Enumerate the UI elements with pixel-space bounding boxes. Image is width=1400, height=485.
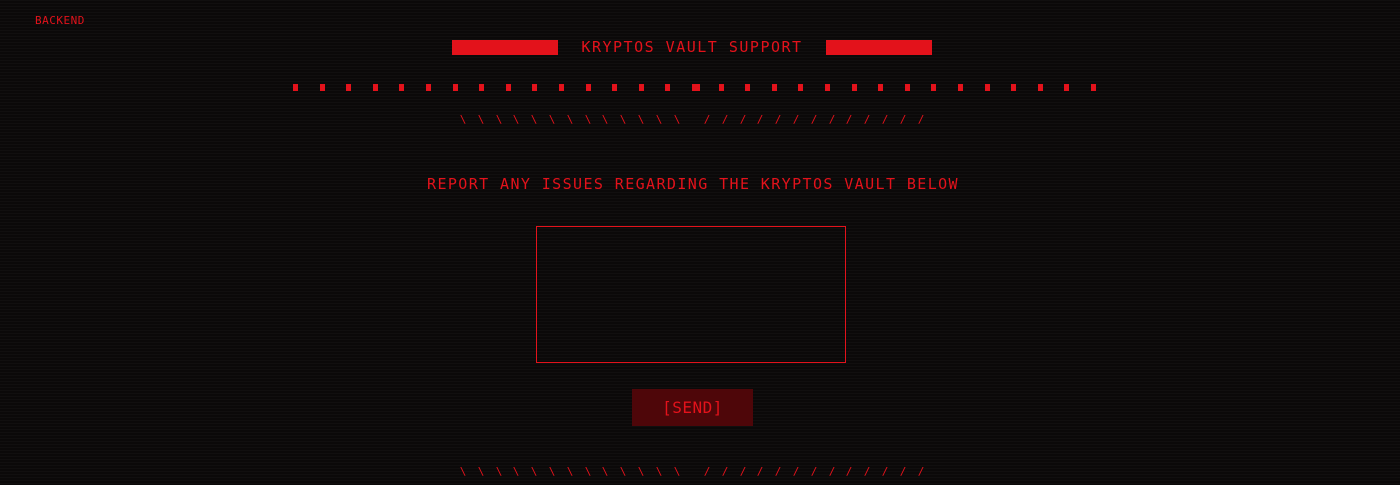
dot-divider xyxy=(290,84,1096,92)
divider-slash: \ xyxy=(584,465,592,478)
divider-slash: / xyxy=(845,113,853,126)
divider-dot xyxy=(586,84,591,91)
divider-dot xyxy=(639,84,644,91)
backend-link[interactable]: BACKEND xyxy=(35,14,85,27)
divider-dot xyxy=(373,84,378,91)
divider-slash: / xyxy=(721,113,729,126)
divider-slash: / xyxy=(792,465,800,478)
instruction-text: REPORT ANY ISSUES REGARDING THE KRYPTOS … xyxy=(427,175,959,193)
send-button[interactable]: [SEND] xyxy=(632,389,753,426)
divider-dot xyxy=(852,84,857,91)
divider-dot xyxy=(1091,84,1096,91)
divider-dot xyxy=(320,84,325,91)
divider-dot xyxy=(1038,84,1043,91)
divider-dot xyxy=(612,84,617,91)
divider-slash: / xyxy=(899,113,907,126)
divider-slash: \ xyxy=(655,113,663,126)
divider-slash: / xyxy=(828,113,836,126)
divider-dot xyxy=(985,84,990,91)
title-right-bar xyxy=(826,39,932,55)
divider-slash: / xyxy=(756,113,764,126)
divider-slash: \ xyxy=(601,465,609,478)
divider-slash: \ xyxy=(530,465,538,478)
divider-slash: / xyxy=(828,465,836,478)
title-left-bar xyxy=(452,39,558,55)
divider-slash: / xyxy=(721,465,729,478)
divider-slash: / xyxy=(881,465,889,478)
divider-slash: / xyxy=(774,113,782,126)
divider-slash: / xyxy=(756,465,764,478)
divider-dot xyxy=(719,84,724,91)
divider-dot xyxy=(479,84,484,91)
slash-divider-bottom: \ \ \ \ \ \ \ \ \ \ \ \ \ / / / / / / / / / / / / / xyxy=(458,465,928,478)
divider-slash: / xyxy=(810,465,818,478)
divider-slash: \ xyxy=(619,113,627,126)
divider-dot xyxy=(1011,84,1016,91)
divider-slash: \ xyxy=(459,465,467,478)
divider-dot xyxy=(825,84,830,91)
divider-slash: / xyxy=(899,465,907,478)
divider-dot xyxy=(399,84,404,91)
divider-slash: / xyxy=(863,113,871,126)
divider-dot xyxy=(665,84,670,91)
divider-dot xyxy=(931,84,936,91)
divider-slash: / xyxy=(703,113,711,126)
divider-slash: \ xyxy=(637,113,645,126)
divider-slash: \ xyxy=(548,113,556,126)
divider-slash: \ xyxy=(584,113,592,126)
divider-dot xyxy=(958,84,963,91)
divider-dot xyxy=(905,84,910,91)
divider-slash: \ xyxy=(566,113,574,126)
divider-slash: \ xyxy=(495,465,503,478)
divider-dot xyxy=(772,84,777,91)
divider-dot xyxy=(1064,84,1069,91)
slash-divider-top: \ \ \ \ \ \ \ \ \ \ \ \ \ / / / / / / / / / / / / / xyxy=(458,113,928,126)
divider-slash: \ xyxy=(459,113,467,126)
divider-slash: \ xyxy=(619,465,627,478)
divider-slash: \ xyxy=(637,465,645,478)
divider-slash: / xyxy=(739,113,747,126)
title-bar: KRYPTOS VAULT SUPPORT xyxy=(452,38,932,56)
divider-slash: \ xyxy=(512,113,520,126)
divider-slash: \ xyxy=(548,465,556,478)
divider-slash: \ xyxy=(673,113,681,126)
divider-slash: \ xyxy=(512,465,520,478)
divider-dot xyxy=(532,84,537,91)
divider-slash: / xyxy=(863,465,871,478)
divider-slash: \ xyxy=(566,465,574,478)
divider-dot xyxy=(878,84,883,91)
divider-slash: / xyxy=(810,113,818,126)
page-title: KRYPTOS VAULT SUPPORT xyxy=(581,38,803,56)
divider-slash: \ xyxy=(477,113,485,126)
divider-dot xyxy=(798,84,803,91)
divider-slash: \ xyxy=(530,113,538,126)
divider-slash: / xyxy=(917,113,925,126)
divider-slash: / xyxy=(739,465,747,478)
divider-slash: \ xyxy=(495,113,503,126)
divider-slash: \ xyxy=(601,113,609,126)
divider-slash: / xyxy=(881,113,889,126)
issue-input[interactable] xyxy=(536,226,846,363)
divider-dot xyxy=(293,84,298,91)
divider-dot xyxy=(426,84,431,91)
divider-dot xyxy=(506,84,511,91)
divider-slash: / xyxy=(792,113,800,126)
divider-slash: \ xyxy=(477,465,485,478)
divider-slash: / xyxy=(703,465,711,478)
divider-dot xyxy=(559,84,564,91)
divider-slash: / xyxy=(917,465,925,478)
divider-dot xyxy=(692,84,700,91)
divider-slash: / xyxy=(845,465,853,478)
divider-slash: \ xyxy=(655,465,663,478)
divider-slash: / xyxy=(774,465,782,478)
divider-slash: \ xyxy=(673,465,681,478)
divider-dot xyxy=(346,84,351,91)
divider-dot xyxy=(745,84,750,91)
divider-dot xyxy=(453,84,458,91)
